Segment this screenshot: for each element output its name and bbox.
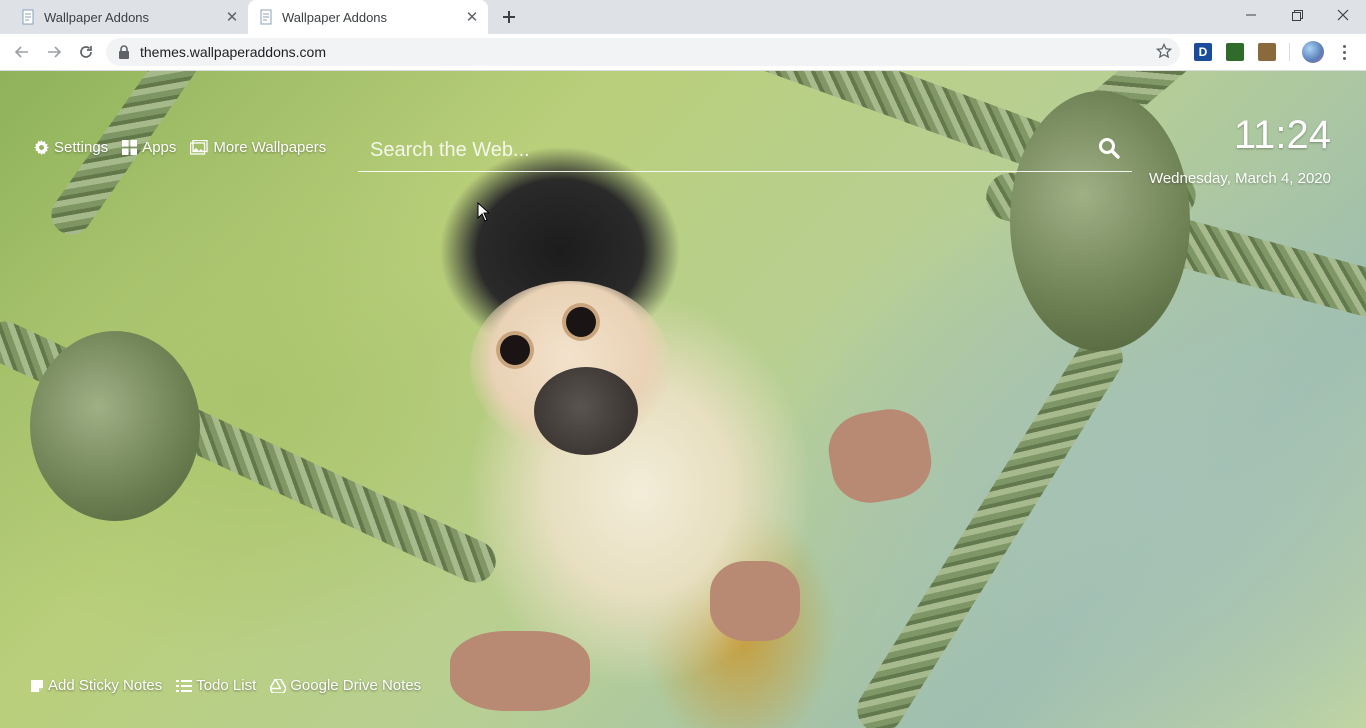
restore-button[interactable]	[1274, 0, 1320, 30]
close-icon	[1337, 9, 1349, 21]
sticky-notes-label: Add Sticky Notes	[48, 677, 163, 694]
new-tab-page: Settings Apps More Wallpapers 11:24 Wedn…	[0, 71, 1366, 728]
search-button[interactable]	[1096, 135, 1122, 161]
more-wallpapers-label: More Wallpapers	[213, 139, 327, 156]
wallpaper-monkey-eye	[566, 307, 596, 337]
extension-d-icon[interactable]: D	[1194, 43, 1212, 61]
wallpaper-monkey-muzzle	[534, 367, 638, 455]
more-wallpapers-link[interactable]: More Wallpapers	[190, 139, 326, 156]
star-icon[interactable]	[1156, 43, 1172, 59]
search-icon	[1099, 138, 1120, 159]
tab-title: Wallpaper Addons	[282, 9, 388, 25]
minimize-icon	[1246, 14, 1256, 16]
wallpaper-monkey-hand	[450, 631, 590, 711]
apps-label: Apps	[142, 139, 177, 156]
search-bar	[358, 127, 1132, 172]
restore-icon	[1291, 9, 1303, 21]
extension-image-icon[interactable]	[1258, 43, 1276, 61]
apps-link[interactable]: Apps	[122, 139, 176, 156]
tab-close-icon[interactable]: ✕	[464, 9, 480, 25]
reload-icon	[80, 46, 92, 58]
extension-image-icon[interactable]	[1226, 43, 1244, 61]
gear-icon	[34, 140, 49, 155]
clock-date: Wednesday, March 4, 2020	[1148, 170, 1331, 187]
wallpaper-monkey-hand	[710, 561, 800, 641]
tab-strip: Wallpaper Addons ✕ Wallpaper Addons ✕	[0, 0, 1366, 34]
google-drive-icon	[270, 678, 287, 693]
wallpaper-knot	[30, 331, 200, 521]
close-window-button[interactable]	[1320, 0, 1366, 30]
settings-link[interactable]: Settings	[34, 139, 108, 156]
plus-icon	[503, 11, 515, 23]
clock-time: 11:24	[1233, 113, 1331, 157]
kebab-menu-icon[interactable]	[1334, 42, 1354, 62]
profile-avatar[interactable]	[1302, 41, 1324, 63]
wallpaper-rope	[43, 71, 375, 243]
new-tab-button[interactable]	[497, 5, 521, 29]
todo-list-link[interactable]: Todo List	[176, 677, 256, 694]
page-favicon-icon	[260, 9, 272, 25]
images-icon	[190, 140, 209, 155]
browser-toolbar: themes.wallpaperaddons.com D	[0, 34, 1366, 71]
arrow-right-icon	[48, 46, 62, 58]
list-icon	[176, 679, 193, 692]
top-links: Settings Apps More Wallpapers	[34, 139, 326, 156]
forward-button[interactable]	[42, 40, 66, 64]
windows-icon	[122, 140, 138, 155]
add-sticky-notes-link[interactable]: Add Sticky Notes	[30, 677, 162, 694]
url-text[interactable]: themes.wallpaperaddons.com	[140, 44, 326, 60]
arrow-left-icon	[14, 46, 28, 58]
search-input[interactable]	[368, 131, 1072, 169]
mouse-cursor-icon	[477, 202, 489, 222]
sticky-note-icon	[31, 679, 43, 692]
back-button[interactable]	[10, 40, 34, 64]
google-drive-notes-link[interactable]: Google Drive Notes	[270, 677, 421, 694]
todo-label: Todo List	[196, 677, 257, 694]
wallpaper-monkey-hand	[822, 403, 938, 509]
bottom-links: Add Sticky Notes Todo List Google Drive …	[30, 677, 421, 694]
tab-1[interactable]: Wallpaper Addons ✕	[8, 0, 248, 34]
reload-button[interactable]	[74, 40, 98, 64]
wallpaper-rope	[848, 326, 1132, 728]
drive-notes-label: Google Drive Notes	[290, 677, 422, 694]
lock-icon[interactable]	[118, 45, 130, 59]
tab-title: Wallpaper Addons	[44, 9, 150, 25]
settings-label: Settings	[54, 139, 109, 156]
address-bar[interactable]: themes.wallpaperaddons.com	[106, 38, 1180, 66]
toolbar-divider	[1289, 43, 1290, 61]
wallpaper-monkey-eye	[500, 335, 530, 365]
page-favicon-icon	[22, 9, 34, 25]
tab-2[interactable]: Wallpaper Addons ✕	[248, 0, 488, 34]
tab-close-icon[interactable]: ✕	[224, 9, 240, 25]
minimize-button[interactable]	[1228, 0, 1274, 30]
